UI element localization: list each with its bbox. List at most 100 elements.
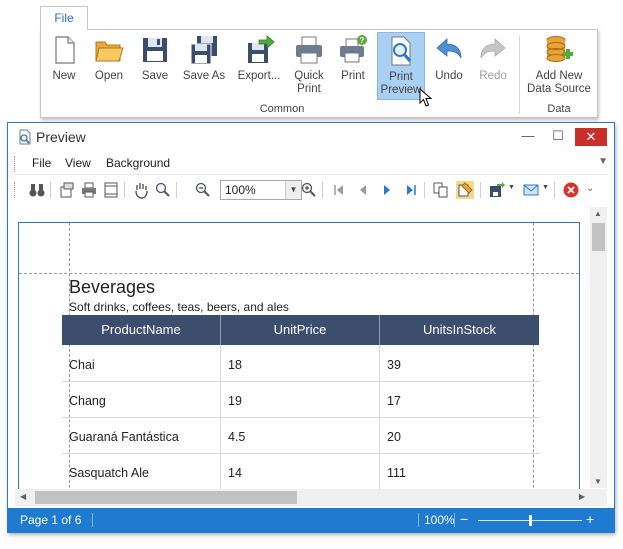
export-document-icon[interactable] bbox=[488, 181, 506, 199]
zoom-out-icon[interactable] bbox=[194, 181, 212, 199]
table-cell: 4.5 bbox=[228, 430, 246, 444]
open-label: Open bbox=[94, 70, 124, 82]
page-margins-icon[interactable] bbox=[102, 181, 120, 199]
quick-print-label: Quick Print bbox=[294, 70, 324, 95]
email-dropdown-arrow-icon[interactable]: ▼ bbox=[542, 184, 549, 191]
horizontal-scrollbar[interactable]: ◀ ▶ bbox=[15, 489, 590, 506]
print-preview-icon bbox=[391, 36, 412, 66]
print-label: Print bbox=[341, 70, 365, 82]
column-header-unitsinstock: UnitsInStock bbox=[380, 315, 539, 345]
table-cell: 111 bbox=[387, 466, 407, 480]
page-setup-icon[interactable] bbox=[58, 181, 76, 199]
save-as-label: Save As bbox=[182, 70, 226, 82]
toolbar-chevron-down-icon[interactable]: ⌄ bbox=[586, 183, 594, 194]
folder-open-icon bbox=[95, 41, 124, 62]
table-cell: 19 bbox=[228, 394, 242, 408]
new-label: New bbox=[52, 70, 76, 82]
database-add-icon bbox=[546, 36, 573, 62]
minimize-button[interactable]: — bbox=[514, 127, 542, 145]
multiple-pages-icon[interactable] bbox=[432, 181, 450, 199]
export-icon bbox=[248, 35, 275, 63]
close-button[interactable]: ✕ bbox=[575, 128, 607, 146]
redo-icon bbox=[480, 38, 506, 59]
ribbon-body: New Open Save Save As Export... Quick Pr… bbox=[40, 29, 598, 118]
print-icon[interactable] bbox=[80, 181, 98, 199]
column-header-productname: ProductName bbox=[62, 315, 221, 345]
zoom-combo-value: 100% bbox=[225, 183, 256, 197]
window-title: Preview bbox=[36, 129, 86, 145]
zoom-in-button[interactable]: + bbox=[586, 511, 594, 527]
status-zoom-value[interactable]: 100% bbox=[424, 513, 455, 527]
status-page-indicator[interactable]: Page 1 of 6 bbox=[20, 513, 81, 527]
print-preview-label: Print Preview bbox=[380, 71, 422, 96]
preview-window-icon bbox=[19, 129, 31, 145]
scroll-right-icon[interactable]: ▶ bbox=[579, 492, 585, 501]
table-cell: 14 bbox=[228, 466, 242, 480]
quick-print-icon bbox=[296, 36, 322, 64]
zoom-slider-thumb[interactable] bbox=[529, 515, 532, 526]
menu-file[interactable]: File bbox=[32, 156, 51, 170]
close-preview-icon[interactable] bbox=[562, 181, 580, 199]
table-cell: 17 bbox=[387, 394, 401, 408]
save-as-button[interactable]: Save As bbox=[179, 32, 229, 100]
hand-tool-icon[interactable] bbox=[132, 181, 150, 199]
column-header-unitprice: UnitPrice bbox=[221, 315, 380, 345]
vertical-scrollbar[interactable]: ▲ ▼ bbox=[590, 207, 607, 488]
preview-window: Preview — ☐ ✕ File View Background ▼ 100… bbox=[7, 122, 615, 533]
table-cell: Sasquatch Ale bbox=[69, 466, 149, 480]
printer-icon: ? bbox=[340, 35, 367, 63]
undo-button[interactable]: Undo bbox=[429, 32, 469, 100]
zoom-out-button[interactable]: − bbox=[460, 511, 468, 527]
report-page: Beverages Soft drinks, coffees, teas, be… bbox=[18, 222, 580, 490]
previous-page-icon[interactable] bbox=[354, 181, 372, 199]
undo-label: Undo bbox=[435, 70, 463, 82]
save-button[interactable]: Save bbox=[135, 32, 175, 100]
menu-chevron-down-icon[interactable]: ▼ bbox=[598, 156, 608, 167]
redo-button[interactable]: Redo bbox=[473, 32, 513, 100]
quick-print-button[interactable]: Quick Print bbox=[289, 32, 329, 100]
magnifier-icon[interactable] bbox=[154, 181, 172, 199]
last-page-icon[interactable] bbox=[402, 181, 420, 199]
scroll-up-icon[interactable]: ▲ bbox=[594, 209, 602, 218]
report-subtitle: Soft drinks, coffees, teas, beers, and a… bbox=[69, 300, 289, 314]
menu-view[interactable]: View bbox=[65, 156, 91, 170]
next-page-icon[interactable] bbox=[378, 181, 396, 199]
send-email-icon[interactable] bbox=[522, 181, 540, 199]
document-viewer[interactable]: Beverages Soft drinks, coffees, teas, be… bbox=[15, 207, 590, 490]
vertical-scroll-thumb[interactable] bbox=[592, 223, 605, 251]
open-button[interactable]: Open bbox=[89, 32, 129, 100]
print-preview-button[interactable]: Print Preview bbox=[377, 32, 425, 100]
undo-icon bbox=[436, 38, 462, 59]
report-title: Beverages bbox=[69, 277, 156, 297]
save-label: Save bbox=[141, 70, 169, 82]
print-button[interactable]: ? Print bbox=[333, 32, 373, 100]
ribbon-tab-file[interactable]: File bbox=[40, 6, 88, 30]
table-cell: Guaraná Fantástica bbox=[69, 430, 179, 444]
redo-label: Redo bbox=[479, 70, 507, 82]
zoom-dropdown-chevron-icon[interactable]: ▼ bbox=[285, 181, 301, 199]
export-label: Export... bbox=[237, 70, 281, 82]
toolbar-grip bbox=[14, 182, 17, 198]
group-separator bbox=[519, 36, 520, 114]
scroll-down-icon[interactable]: ▼ bbox=[594, 477, 602, 486]
add-data-source-label: Add New Data Source bbox=[527, 70, 591, 95]
zoom-combo[interactable]: 100% ▼ bbox=[220, 180, 302, 200]
scroll-left-icon[interactable]: ◀ bbox=[20, 492, 26, 501]
floppy-disk-icon bbox=[143, 38, 167, 62]
highlight-editing-fields-icon[interactable] bbox=[456, 181, 474, 199]
export-button[interactable]: Export... bbox=[233, 32, 285, 100]
horizontal-scroll-thumb[interactable] bbox=[35, 491, 297, 504]
menu-background[interactable]: Background bbox=[106, 156, 170, 170]
group-label-common: Common bbox=[259, 103, 305, 115]
ribbon: File New Open Save Save As Export... Qui… bbox=[40, 6, 598, 118]
new-document-icon bbox=[55, 36, 75, 64]
title-bar: Preview — ☐ ✕ bbox=[8, 123, 614, 151]
maximize-button[interactable]: ☐ bbox=[544, 127, 572, 145]
find-binoculars-icon[interactable] bbox=[28, 181, 46, 199]
first-page-icon[interactable] bbox=[330, 181, 348, 199]
new-button[interactable]: New bbox=[45, 32, 83, 100]
group-label-data: Data bbox=[547, 103, 571, 115]
zoom-in-icon[interactable] bbox=[300, 181, 318, 199]
export-dropdown-arrow-icon[interactable]: ▼ bbox=[508, 184, 515, 191]
add-data-source-button[interactable]: Add New Data Source bbox=[523, 32, 595, 100]
